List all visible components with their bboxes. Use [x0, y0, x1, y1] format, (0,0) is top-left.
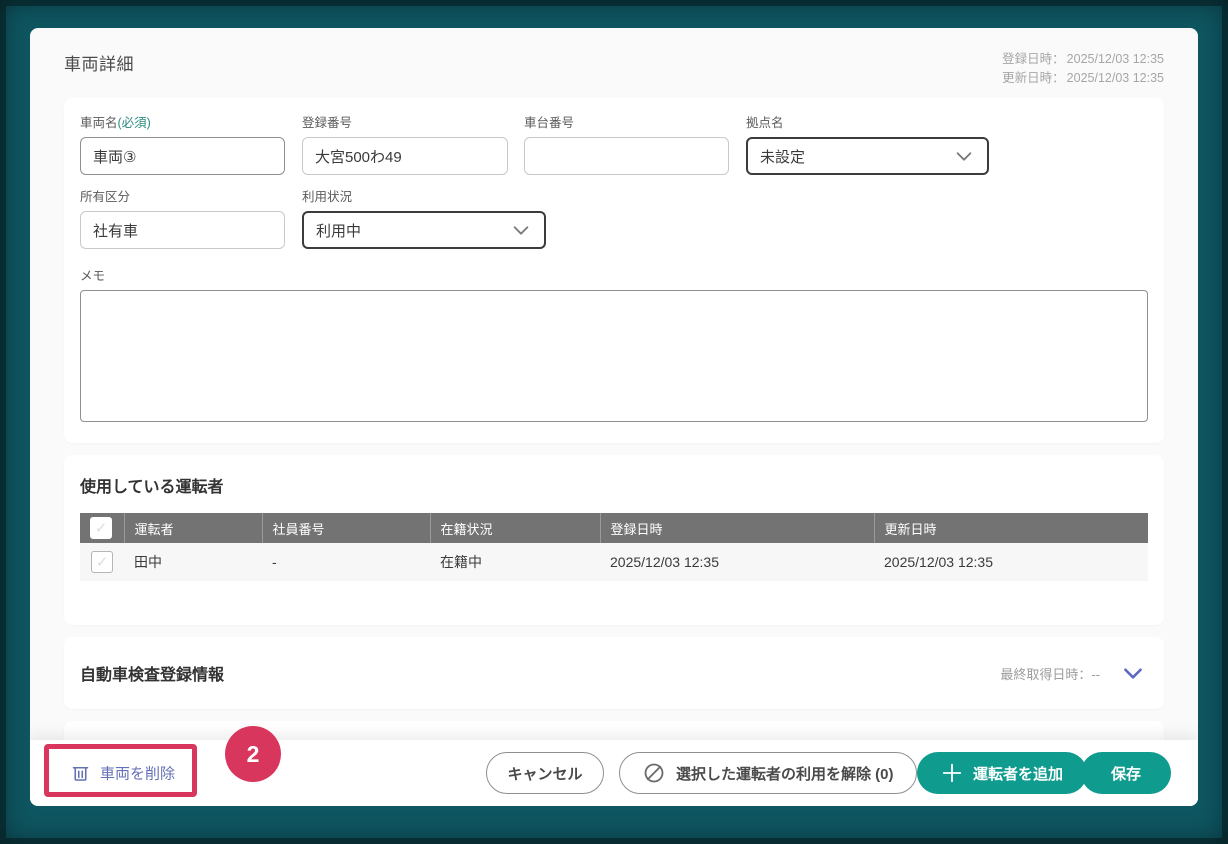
column-header-driver: 運転者 [123, 513, 262, 543]
chassis-number-field: 車台番号 [524, 112, 729, 175]
inspection-section: 自動車検査登録情報 最終取得日時：-- [64, 637, 1164, 709]
chevron-down-icon [1124, 668, 1142, 679]
vehicle-name-input[interactable] [80, 137, 285, 175]
chevron-down-icon [956, 152, 972, 161]
save-button[interactable]: 保存 [1081, 752, 1171, 794]
column-header-employee-no: 社員番号 [261, 513, 430, 543]
plus-icon [942, 763, 962, 783]
cell-updated-datetime: 2025/12/03 12:35 [874, 543, 1148, 581]
record-timestamps: 登録日時： 2025/12/03 12:35 更新日時： 2025/12/03 12… [1000, 50, 1164, 88]
registered-label: 登録日時： [1002, 52, 1065, 66]
chassis-number-label: 車台番号 [524, 116, 575, 130]
vehicle-detail-page: 車両詳細 登録日時： 2025/12/03 12:35 更新日時： 2025/12/… [30, 28, 1198, 806]
usage-status-select[interactable]: 利用中 [302, 211, 546, 249]
ownership-label: 所有区分 [80, 190, 131, 204]
registration-number-input[interactable] [302, 137, 508, 175]
column-header-enrollment: 在籍状況 [429, 513, 600, 543]
drivers-section-title: 使用している運転者 [80, 479, 224, 496]
updated-label: 更新日時： [1002, 70, 1065, 85]
chevron-down-icon [513, 226, 529, 235]
memo-field: メモ [80, 265, 1148, 427]
header-checkbox-cell: ✓ [80, 513, 124, 543]
cell-employee-no: - [262, 543, 430, 581]
row-checkbox-cell: ✓ [80, 543, 124, 581]
usage-status-value: 利用中 [316, 222, 362, 240]
page-header: 車両詳細 登録日時： 2025/12/03 12:35 更新日時： 2025/12/… [30, 28, 1198, 98]
registration-number-field: 登録番号 [302, 112, 508, 175]
inspection-right: 最終取得日時：-- [1000, 660, 1146, 686]
vehicle-name-field: 車両名(必須) [80, 112, 285, 175]
usage-status-field: 利用状況 利用中 [302, 186, 546, 249]
footer-action-bar: 車両を削除 2 キャンセル 選択した運転者の利用を解除 (0) 運転者を追加 保… [30, 726, 1198, 806]
memo-textarea[interactable] [80, 290, 1148, 422]
inspection-expand-button[interactable] [1120, 660, 1146, 686]
base-name-select[interactable]: 未設定 [746, 137, 989, 175]
updated-value: 2025/12/03 12:35 [1066, 70, 1164, 85]
registered-datetime: 登録日時： 2025/12/03 12:35 [1000, 50, 1164, 69]
row-checkbox[interactable]: ✓ [91, 551, 113, 573]
cancel-button[interactable]: キャンセル [486, 752, 604, 794]
add-driver-button[interactable]: 運転者を追加 [917, 752, 1088, 794]
release-selected-drivers-label: 選択した運転者の利用を解除 (0) [676, 765, 894, 783]
delete-vehicle-label: 車両を削除 [100, 765, 176, 783]
cell-driver-name: 田中 [124, 543, 262, 581]
add-driver-label: 運転者を追加 [973, 765, 1064, 783]
required-mark: (必須) [117, 116, 151, 130]
trash-icon [72, 766, 89, 781]
delete-vehicle-button[interactable]: 車両を削除 [70, 763, 175, 784]
drivers-section: 使用している運転者 ✓ 運転者 社員番号 在籍状況 登録日時 更新日時 ✓ 田中… [64, 455, 1164, 625]
drivers-table: ✓ 運転者 社員番号 在籍状況 登録日時 更新日時 ✓ 田中 - 在籍中 202… [80, 513, 1148, 581]
page-title: 車両詳細 [64, 55, 134, 74]
save-label: 保存 [1110, 765, 1141, 783]
table-row: ✓ 田中 - 在籍中 2025/12/03 12:35 2025/12/03 1… [80, 543, 1148, 581]
drivers-table-header-row: ✓ 運転者 社員番号 在籍状況 登録日時 更新日時 [80, 513, 1148, 543]
registered-value: 2025/12/03 12:35 [1066, 52, 1164, 66]
vehicle-name-label: 車両名(必須) [80, 116, 151, 130]
tutorial-step-badge: 2 [225, 726, 281, 782]
cancel-label: キャンセル [507, 765, 583, 783]
base-name-field: 拠点名 未設定 [746, 112, 989, 175]
registration-number-label: 登録番号 [302, 116, 353, 130]
last-fetched-datetime: 最終取得日時：-- [1000, 666, 1100, 682]
select-all-checkbox[interactable]: ✓ [90, 517, 112, 539]
updated-datetime: 更新日時： 2025/12/03 12:35 [1000, 69, 1164, 88]
slash-circle-icon [644, 763, 664, 783]
column-header-registered: 登録日時 [599, 513, 874, 543]
usage-status-label: 利用状況 [302, 190, 353, 204]
chassis-number-input[interactable] [524, 137, 729, 175]
column-header-updated: 更新日時 [873, 513, 1148, 543]
release-selected-drivers-button[interactable]: 選択した運転者の利用を解除 (0) [619, 752, 917, 794]
ownership-field: 所有区分 [80, 186, 285, 249]
vehicle-form-section: 車両名(必須) 登録番号 車台番号 拠点名 未設定 所有区分 利用状況 利用中 [64, 98, 1164, 443]
cell-enrollment-status: 在籍中 [430, 543, 600, 581]
ownership-input[interactable] [80, 211, 285, 249]
inspection-section-title: 自動車検査登録情報 [80, 667, 225, 684]
memo-label: メモ [80, 269, 106, 283]
base-name-value: 未設定 [760, 148, 806, 166]
cell-registered-datetime: 2025/12/03 12:35 [600, 543, 874, 581]
base-name-label: 拠点名 [746, 116, 784, 130]
